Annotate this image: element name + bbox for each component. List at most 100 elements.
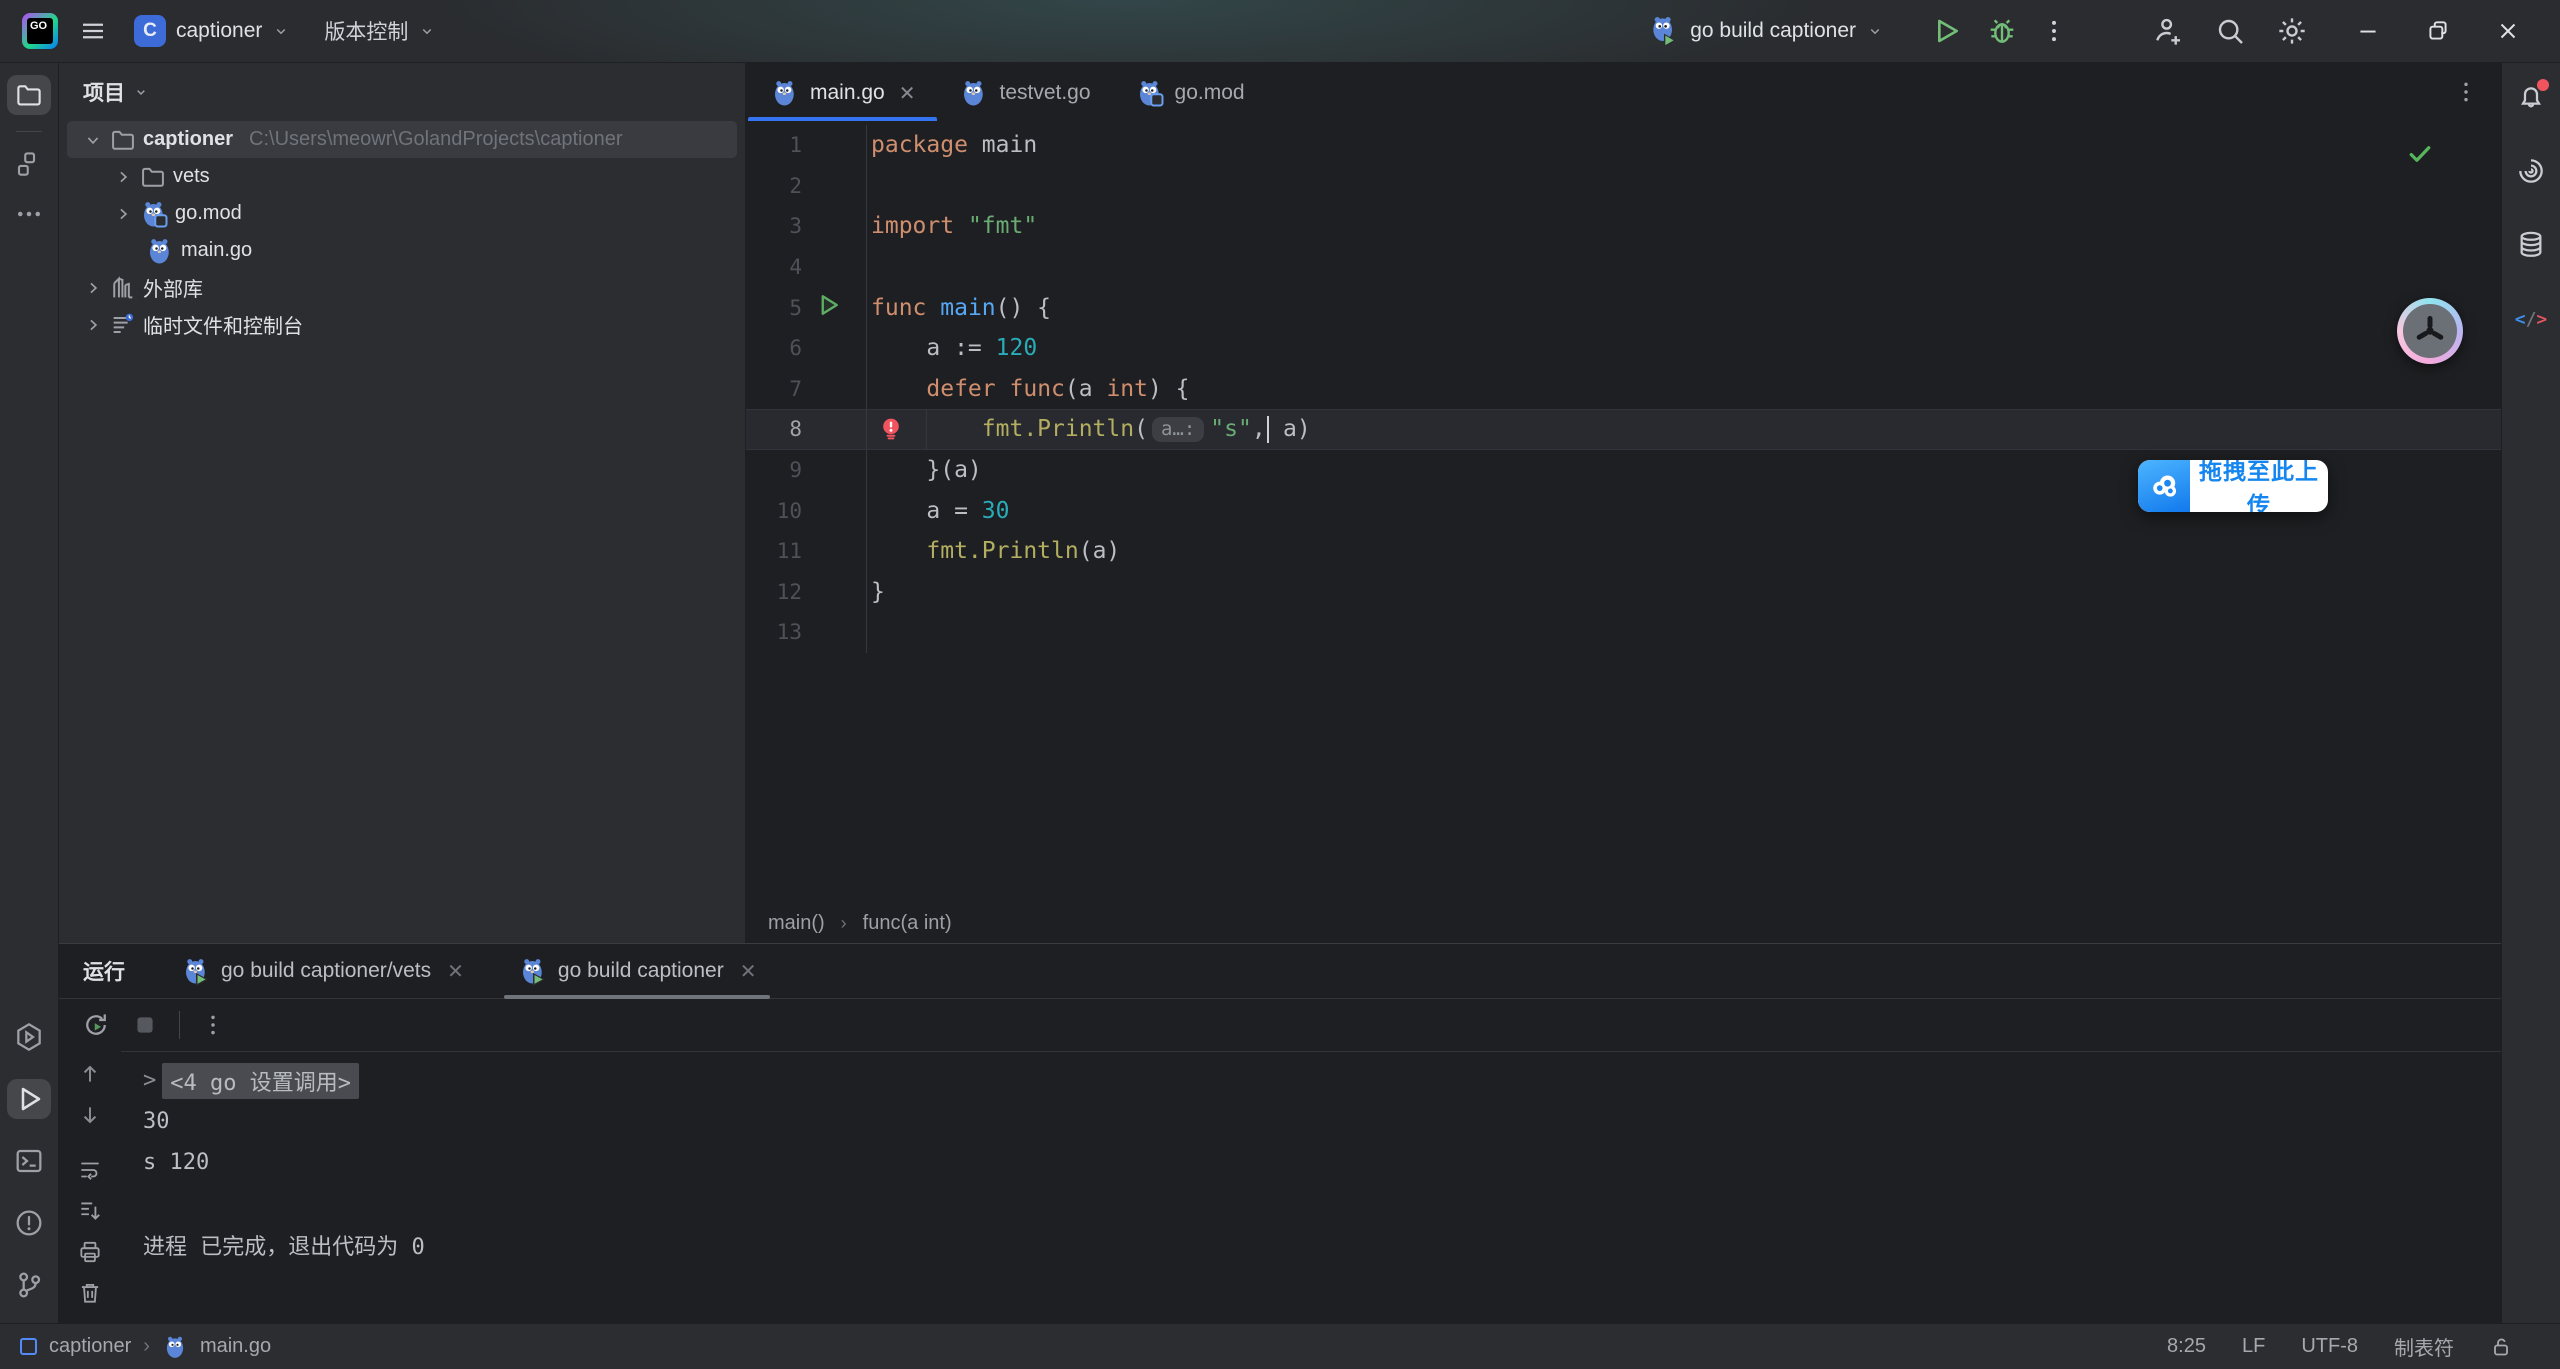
line-number: 2 [746,174,802,198]
print-icon[interactable] [77,1239,103,1265]
search-everywhere-icon[interactable] [2208,9,2252,53]
status-line-separator[interactable]: LF [2242,1335,2265,1358]
code-line-6[interactable]: 6 a := 120 [746,328,2501,369]
code-line-7[interactable]: 7 defer func(a int) { [746,369,2501,410]
rerun-button[interactable] [81,1010,111,1040]
tree-item-vets[interactable]: vets [67,158,737,195]
tab-close-icon[interactable]: ✕ [899,81,916,106]
run-configuration-selector[interactable]: go build captioner [1648,15,1884,47]
tree-item-label: captioner [143,128,233,151]
editor-tab-go-mod[interactable]: go.mod [1113,65,1267,121]
editor-tab-main-go[interactable]: main.go ✕ [748,65,937,121]
clear-console-trash-icon[interactable] [77,1280,103,1306]
project-square-icon [20,1338,37,1355]
gopher-run-icon [181,956,211,986]
status-project[interactable]: captioner [49,1335,131,1358]
code-line-12[interactable]: 12 } [746,572,2501,613]
run-toolbar [59,999,2501,1051]
debug-button[interactable] [1980,9,2024,53]
scratch-icon [109,311,137,339]
up-stacktrace-icon[interactable] [77,1061,103,1087]
project-tool-window: 项目 captioner C:\Users\meowr\GolandProjec… [59,63,746,943]
project-switcher[interactable]: C captioner [134,15,290,47]
console-line: > <4 go 设置调用> [143,1060,2501,1101]
tool-terminal-icon[interactable] [7,1141,51,1181]
run-button[interactable] [1924,9,1968,53]
status-caret-position[interactable]: 8:25 [2167,1335,2206,1358]
run-tab-go-build-captioner-vets[interactable]: go build captioner/vets ✕ [167,944,478,998]
tab-close-icon[interactable]: ✕ [447,959,464,984]
code-line-8[interactable]: 8 fmt.Println(a…:"s", a) [746,409,2501,450]
chevron-right-icon [83,315,103,335]
code-line-2[interactable]: 2 [746,166,2501,207]
status-file[interactable]: main.go [200,1335,271,1358]
code-line-3[interactable]: 3 import "fmt" [746,206,2501,247]
intention-bulb-icon[interactable] [878,416,904,448]
window-minimize-button[interactable] [2340,9,2396,53]
tool-git-icon[interactable] [7,1265,51,1305]
code-line-1[interactable]: 1 package main [746,125,2501,166]
code-editor[interactable]: 1 package main 2 3 import "fmt" 4 5 func… [746,121,2501,904]
code-line-13[interactable]: 13 [746,612,2501,653]
tree-item-external-libraries[interactable]: 外部库 [67,269,737,306]
tree-item-label: vets [173,165,210,188]
ai-assistant-icon[interactable] [2509,151,2553,191]
tool-run-icon[interactable] [7,1079,51,1119]
settings-gear-icon[interactable] [2270,9,2314,53]
tool-project-icon[interactable] [7,75,51,115]
goland-ide-window: { "title_bar": { "logo_text": "GO", "pro… [0,0,2560,1368]
code-line-11[interactable]: 11 fmt.Println(a) [746,531,2501,572]
rail-divider [16,131,42,132]
tree-item-captioner[interactable]: captioner C:\Users\meowr\GolandProjects\… [67,121,737,158]
tree-item-label: main.go [181,239,252,262]
console-kebab-icon[interactable] [200,1012,226,1038]
down-stacktrace-icon[interactable] [77,1102,103,1128]
run-console[interactable]: > <4 go 设置调用>30s 120 进程 已完成，退出代码为 0 [121,1051,2501,1323]
breadcrumb-item[interactable]: main() [768,912,825,935]
left-tool-rail [0,63,59,1323]
breadcrumb-item[interactable]: func(a int) [863,912,952,935]
inspections-ok-check-icon[interactable] [2405,139,2435,169]
tool-structure-icon[interactable] [7,144,51,184]
tool-services-icon[interactable] [7,1017,51,1057]
run-tab-go-build-captioner[interactable]: go build captioner ✕ [504,944,771,998]
run-config-label: go build captioner [1690,19,1856,43]
vcs-label: 版本控制 [324,16,408,46]
code-line-4[interactable]: 4 [746,247,2501,288]
tool-problems-icon[interactable] [7,1203,51,1243]
floating-assistant-badge[interactable] [2397,298,2463,364]
folded-command-text[interactable]: <4 go 设置调用> [162,1063,359,1099]
fold-expand-icon[interactable]: > [143,1068,156,1093]
line-number: 9 [746,458,802,482]
chevron-down-icon[interactable] [133,84,149,100]
notifications-bell-icon[interactable] [2509,77,2553,117]
window-close-button[interactable] [2480,9,2536,53]
editor-options-kebab-icon[interactable] [2453,79,2479,105]
badge-triblade-icon [2403,304,2457,358]
vcs-widget[interactable]: 版本控制 [324,16,436,46]
breadcrumb-separator: › [841,913,847,934]
tool-more-icon[interactable] [7,194,51,234]
editor-tab-testvet-go[interactable]: testvet.go [937,65,1112,121]
hamburger-menu-icon[interactable] [78,16,108,46]
tree-item-scratches[interactable]: 临时文件和控制台 [67,306,737,343]
lock-open-icon[interactable] [2490,1335,2514,1359]
status-file-encoding[interactable]: UTF-8 [2301,1335,2358,1358]
database-icon[interactable] [2509,225,2553,265]
scroll-to-end-icon[interactable] [77,1198,103,1224]
line-number: 5 [746,296,802,320]
add-user-icon[interactable] [2146,9,2190,53]
more-actions-kebab-icon[interactable] [2032,9,2076,53]
tab-close-icon[interactable]: ✕ [740,959,757,984]
code-tag-icon[interactable]: </> [2509,299,2553,339]
window-restore-button[interactable] [2410,9,2466,53]
line-number: 8 [746,417,802,441]
drag-upload-widget[interactable]: 拖拽至此上传 [2138,460,2328,512]
soft-wrap-icon[interactable] [77,1157,103,1183]
run-line-icon[interactable] [814,291,842,325]
tree-item-go-mod[interactable]: go.mod [67,195,737,232]
status-indent-style[interactable]: 制表符 [2394,1332,2454,1361]
code-line-5[interactable]: 5 func main() { [746,287,2501,328]
stop-button[interactable] [131,1011,159,1039]
tree-item-main-go[interactable]: main.go [67,232,737,269]
